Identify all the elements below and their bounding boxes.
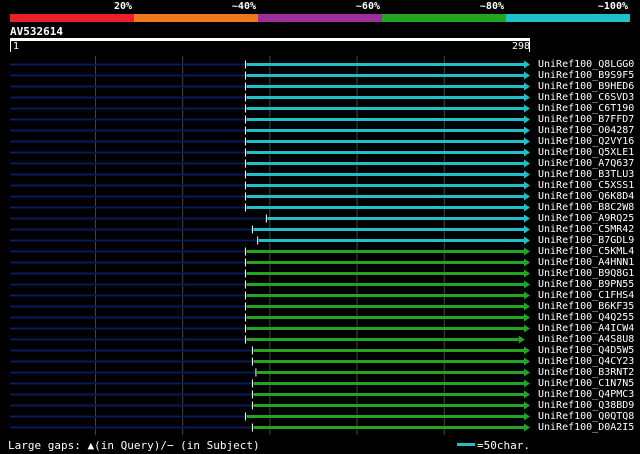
hit-label[interactable]: UniRef100_Q2VY16 (538, 136, 634, 147)
hit-arrow-icon (524, 214, 530, 223)
hit-label[interactable]: UniRef100_A4HNN1 (538, 257, 634, 268)
scale-legend: =50char. (457, 439, 530, 452)
hit-arrow-icon (524, 357, 530, 366)
hit-label[interactable]: UniRef100_B7FFD7 (538, 114, 634, 125)
hit-arrow-icon (524, 324, 530, 333)
hit-label[interactable]: UniRef100_O04287 (538, 125, 634, 136)
hit-arrow-icon (524, 379, 530, 388)
hit-label[interactable]: UniRef100_B9Q8G1 (538, 268, 634, 279)
hit-arrow-icon (524, 82, 530, 91)
hit-arrow-icon (524, 115, 530, 124)
hit-arrow-icon (518, 335, 525, 344)
hit-label[interactable]: UniRef100_B9S9F5 (538, 70, 634, 81)
hit-label[interactable]: UniRef100_C5KML4 (538, 246, 634, 257)
hit-label[interactable]: UniRef100_B3TLU3 (538, 169, 634, 180)
hit-label[interactable]: UniRef100_Q4CY23 (538, 356, 634, 367)
hit-label[interactable]: UniRef100_C6SVD3 (538, 92, 634, 103)
hit-label[interactable]: UniRef100_B6KF35 (538, 301, 634, 312)
hit-label[interactable]: UniRef100_Q4Q255 (538, 312, 634, 323)
hit-arrow-icon (524, 93, 530, 102)
hit-arrow-icon (524, 368, 530, 377)
hit-arrow-icon (524, 390, 530, 399)
hit-arrow-icon (524, 302, 530, 311)
hit-label[interactable]: UniRef100_A4ICW4 (538, 323, 634, 334)
hit-label[interactable]: UniRef100_A9RQ25 (538, 213, 634, 224)
hit-label[interactable]: UniRef100_B9PN55 (538, 279, 634, 290)
hit-arrow-icon (524, 192, 530, 201)
hit-arrow-icon (524, 236, 530, 245)
hit-label[interactable]: UniRef100_C6T190 (538, 103, 634, 114)
hit-label[interactable]: UniRef100_Q8LGG0 (538, 59, 634, 70)
hit-arrow-icon (524, 313, 530, 322)
hit-label[interactable]: UniRef100_C5MR42 (538, 224, 634, 235)
hit-arrow-icon (524, 104, 530, 113)
hit-arrow-icon (524, 401, 530, 410)
hit-arrow-icon (524, 137, 530, 146)
hit-arrow-icon (524, 203, 530, 212)
hit-arrow-icon (524, 280, 530, 289)
hit-label[interactable]: UniRef100_Q6K8D4 (538, 191, 634, 202)
large-gaps-note: Large gaps: ▲(in Query)/− (in Subject) (8, 439, 260, 452)
hit-label[interactable]: UniRef100_Q0QTQ8 (538, 411, 634, 422)
hit-arrow-icon (524, 423, 530, 432)
hit-arrow-icon (524, 148, 530, 157)
hit-label[interactable]: UniRef100_C1N7N5 (538, 378, 634, 389)
hit-arrow-icon (524, 291, 530, 300)
hit-arrow-icon (524, 159, 530, 168)
scale-legend-label: =50char. (477, 439, 530, 452)
hit-label[interactable]: UniRef100_A4S8U8 (538, 334, 634, 345)
hit-label[interactable]: UniRef100_B3RNT2 (538, 367, 634, 378)
hit-arrow-icon (524, 181, 530, 190)
hit-label[interactable]: UniRef100_C5XSS1 (538, 180, 634, 191)
hit-label[interactable]: UniRef100_Q38BD9 (538, 400, 634, 411)
hit-label[interactable]: UniRef100_Q4D5W5 (538, 345, 634, 356)
hit-label[interactable]: UniRef100_C1FHS4 (538, 290, 634, 301)
hit-arrow-icon (524, 247, 530, 256)
hit-arrow-icon (524, 71, 530, 80)
hit-arrow-icon (524, 412, 530, 421)
hit-arrow-icon (524, 225, 530, 234)
hit-arrow-icon (524, 269, 530, 278)
hit-label[interactable]: UniRef100_Q4PMC3 (538, 389, 634, 400)
hit-label[interactable]: UniRef100_Q5XLE1 (538, 147, 634, 158)
hit-arrow-icon (524, 258, 530, 267)
hit-label[interactable]: UniRef100_B7GDL9 (538, 235, 634, 246)
hit-label[interactable]: UniRef100_B9HED6 (538, 81, 634, 92)
hit-arrow-icon (524, 60, 530, 69)
hit-arrow-icon (524, 126, 530, 135)
hit-label[interactable]: UniRef100_D0A2I5 (538, 422, 634, 433)
hit-arrow-icon (524, 346, 530, 355)
hit-label[interactable]: UniRef100_B8C2W8 (538, 202, 634, 213)
hit-arrow-icon (524, 170, 530, 179)
hit-label[interactable]: UniRef100_A7Q637 (538, 158, 634, 169)
